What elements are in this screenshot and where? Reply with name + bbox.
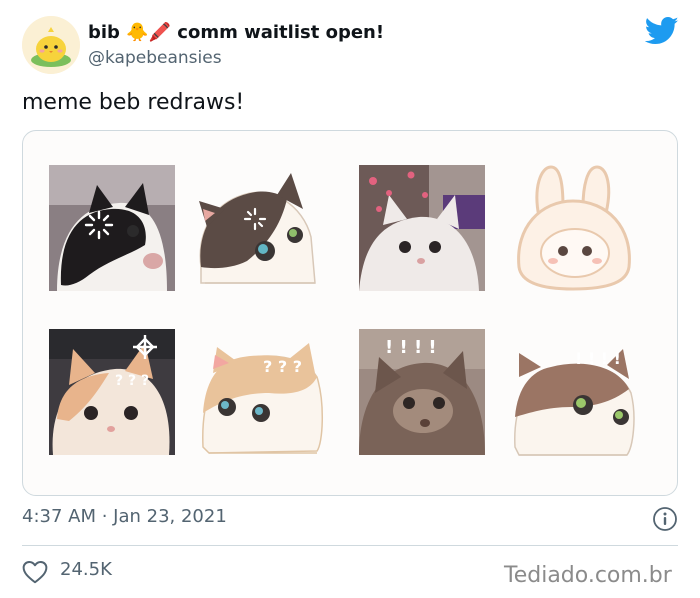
media-image[interactable]: ? ? ? — [199, 333, 325, 459]
media-image[interactable] — [191, 165, 317, 291]
media-image[interactable]: ! ! ! ! — [511, 337, 637, 463]
exclamation-marks: ! ! ! ! — [385, 337, 437, 358]
author-handle[interactable]: @kapebeansies — [88, 48, 222, 68]
media-card[interactable]: ? ? ? ? ? ? ! ! ! ! ! ! ! ! — [22, 130, 678, 496]
media-image[interactable]: ? ? ? — [49, 329, 175, 455]
heart-icon[interactable] — [22, 560, 48, 584]
media-image[interactable]: ! ! ! ! — [359, 329, 485, 455]
tweet-timestamp[interactable]: 4:37 AM · Jan 23, 2021 — [22, 506, 227, 527]
media-image[interactable] — [49, 165, 175, 291]
question-marks: ? ? ? — [263, 357, 302, 376]
avatar[interactable] — [22, 16, 80, 74]
media-image[interactable] — [511, 157, 637, 291]
media-image[interactable] — [359, 165, 485, 291]
tweet-text: meme beb redraws! — [22, 90, 245, 115]
site-watermark: Tediado.com.br — [504, 563, 672, 588]
twitter-bird-icon[interactable] — [644, 16, 679, 46]
info-icon[interactable] — [652, 506, 678, 532]
author-name[interactable]: bib 🐥🖍️ comm waitlist open! — [88, 22, 384, 43]
question-marks: ? ? ? — [115, 373, 150, 389]
footer-divider — [22, 545, 678, 546]
like-count[interactable]: 24.5K — [60, 559, 112, 580]
exclamation-marks: ! ! ! ! — [575, 349, 621, 368]
